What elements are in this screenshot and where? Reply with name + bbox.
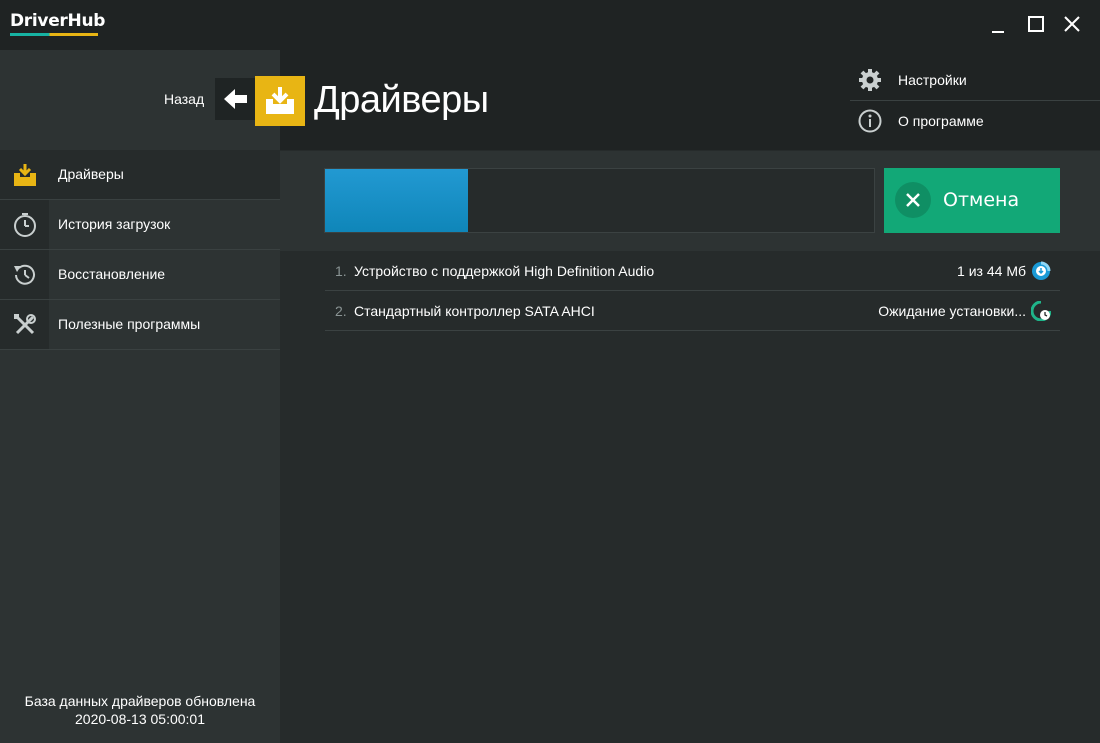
sidebar-item-label: Драйверы <box>58 166 124 182</box>
back-label: Назад <box>164 91 205 107</box>
list-item: 2. Стандартный контроллер SATA AHCI Ожид… <box>325 291 1060 331</box>
sidebar-item-download-history[interactable]: История загрузок <box>0 200 280 250</box>
close-icon <box>1064 16 1080 32</box>
download-tray-icon <box>266 87 294 114</box>
restore-history-icon <box>13 264 35 285</box>
item-status: Ожидание установки... <box>878 303 1026 319</box>
db-status-text: База данных драйверов обновлена <box>24 693 256 709</box>
gear-icon <box>859 69 881 91</box>
settings-link[interactable]: Настройки <box>850 60 1100 101</box>
minimize-button[interactable] <box>988 12 1012 36</box>
downloading-icon <box>1032 261 1051 280</box>
close-button[interactable] <box>1060 12 1084 36</box>
logo-underline <box>10 33 98 36</box>
close-icon <box>906 193 920 207</box>
cancel-label: Отмена <box>943 189 1020 211</box>
sidebar-item-label: История загрузок <box>58 216 171 232</box>
item-status: 1 из 44 Мб <box>957 263 1026 279</box>
sidebar-item-drivers[interactable]: Драйверы <box>0 150 280 200</box>
arrow-left-icon <box>224 89 247 109</box>
minimize-icon <box>992 31 1004 33</box>
sidebar-item-restore[interactable]: Восстановление <box>0 250 280 300</box>
app-logo: DriverHub <box>10 11 106 31</box>
download-progress-bar <box>324 168 875 233</box>
item-number: 1. <box>335 263 347 279</box>
sidebar-item-label: Восстановление <box>58 266 166 282</box>
sidebar-item-label: Полезные программы <box>58 316 201 332</box>
page-header-icon <box>255 76 305 126</box>
tools-icon <box>13 313 36 334</box>
cancel-button[interactable]: Отмена <box>884 168 1060 233</box>
sidebar-item-useful-programs[interactable]: Полезные программы <box>0 300 280 350</box>
download-tray-icon <box>13 163 36 186</box>
about-link[interactable]: О программе <box>850 101 1100 141</box>
title-bar: DriverHub <box>0 0 1100 50</box>
about-label: О программе <box>898 113 984 129</box>
item-name: Устройство с поддержкой High Definition … <box>354 263 655 279</box>
sidebar-nav: Драйверы История загрузок Восстановление <box>0 150 280 350</box>
item-name: Стандартный контроллер SATA AHCI <box>354 303 595 319</box>
info-icon <box>858 109 882 133</box>
db-status: База данных драйверов обновлена 2020-08-… <box>0 692 280 728</box>
back-arrow-box <box>215 78 256 120</box>
db-status-date: 2020-08-13 05:00:01 <box>75 711 205 727</box>
stopwatch-icon <box>13 212 36 237</box>
maximize-icon <box>1028 16 1044 32</box>
item-number: 2. <box>335 303 347 319</box>
settings-label: Настройки <box>898 72 967 88</box>
download-list: 1. Устройство с поддержкой High Definiti… <box>325 251 1060 331</box>
pending-install-icon <box>1031 301 1051 321</box>
progress-fill <box>325 169 468 232</box>
page-title: Драйверы <box>314 79 489 121</box>
list-item: 1. Устройство с поддержкой High Definiti… <box>325 251 1060 291</box>
maximize-button[interactable] <box>1024 12 1048 36</box>
